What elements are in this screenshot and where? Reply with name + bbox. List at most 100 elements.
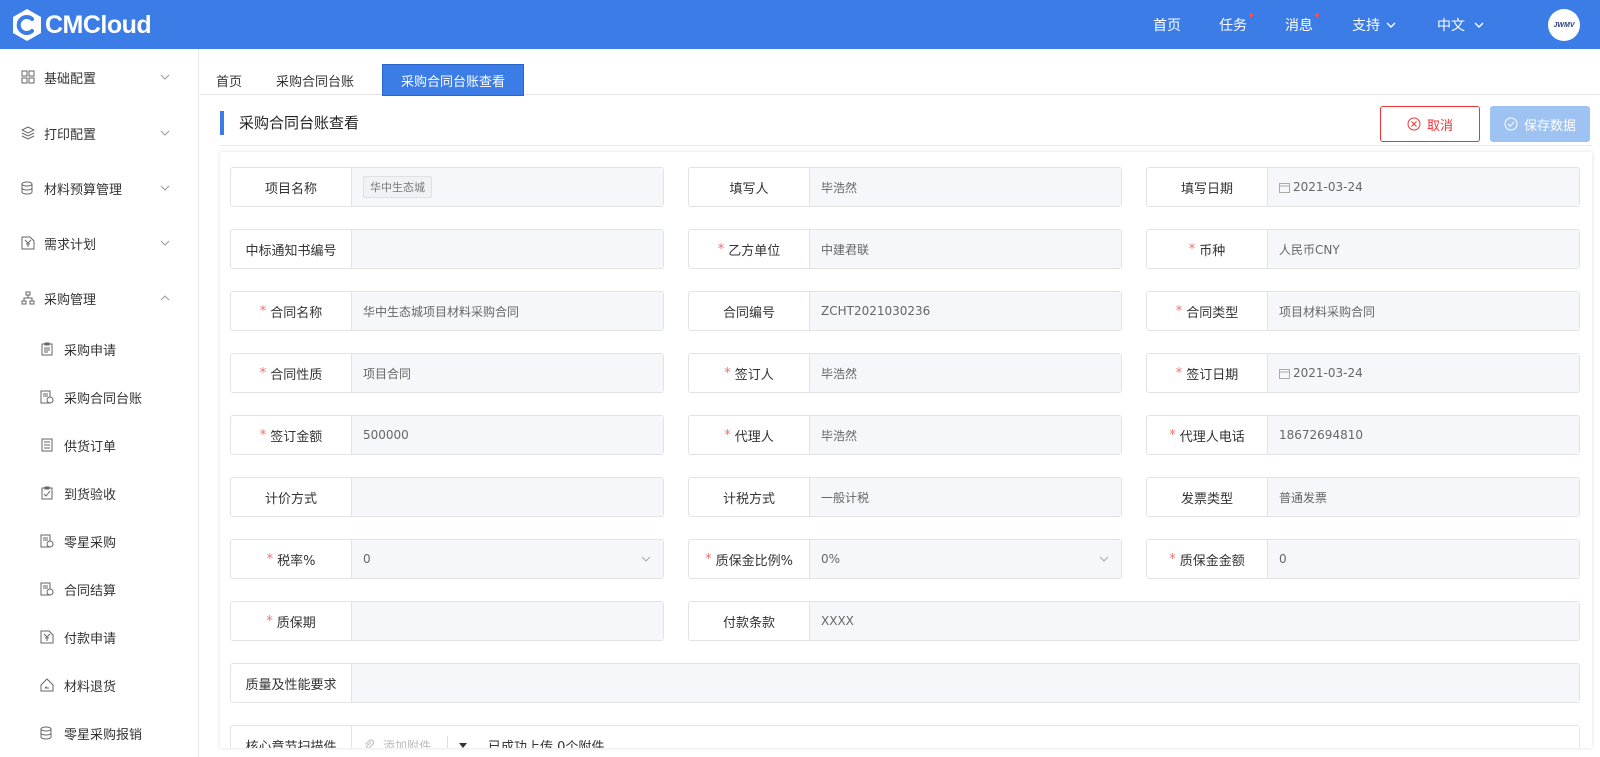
divider [447,736,449,748]
tab-bar: 首页 采购合同台账 采购合同台账查看 [200,49,1600,96]
tab-label: 采购合同台账 [275,74,354,90]
nav-tasks[interactable]: 任务 [1219,0,1253,49]
chevron-down-icon [160,240,170,246]
quality-requirements-input[interactable] [352,664,1579,702]
field-label: * 签订金额 [231,416,352,454]
warranty-period-input[interactable] [352,602,663,640]
project-name-select[interactable]: 华中生态城 [352,168,663,206]
sidebar-subitem-contract-settlement[interactable]: 合同结算 [0,565,199,613]
required-mark: * [1175,303,1183,319]
tax-rate-select[interactable]: 0 [352,540,663,578]
sidebar-subitem-label: 采购合同台账 [64,391,143,407]
sidebar-subitem-purchase-request[interactable]: 采购申请 [0,325,199,373]
contract-no-input[interactable]: ZCHT2021030236 [810,292,1121,330]
sidebar-item-print-config[interactable]: 打印配置 [0,105,199,161]
field-label-text: 发票类型 [1180,491,1233,507]
field-value: ZCHT2021030236 [821,304,931,318]
tax-method-input[interactable]: 一般计税 [810,478,1121,516]
field-label-text: 填写日期 [1180,181,1233,197]
field-tax-method: 计税方式 一般计税 [688,477,1122,517]
check-clipboard-icon [41,486,53,500]
required-mark: * [1169,551,1176,567]
sign-date-picker[interactable]: 2021-03-24 [1268,354,1579,392]
contract-name-input[interactable]: 华中生态城项目材料采购合同 [352,292,663,330]
field-bid-notice-no: 中标通知书编号 [230,229,664,269]
field-sign-date: * 签订日期 2021-03-24 [1146,353,1580,393]
signer-input[interactable]: 毕浩然 [810,354,1121,392]
field-retention-amount: * 质保金金额 0 [1146,539,1580,579]
filler-input[interactable]: 毕浩然 [810,168,1121,206]
layers-icon [21,126,35,140]
add-attachment-button[interactable]: 添加附件 [363,737,432,749]
field-label: 发票类型 [1147,478,1268,516]
field-label: 项目名称 [231,168,352,206]
chevron-down-icon [641,556,651,562]
retention-amount-input[interactable]: 0 [1268,540,1579,578]
agent-phone-input[interactable]: 18672694810 [1268,416,1579,454]
sidebar-item-basic-config[interactable]: 基础配置 [0,49,199,105]
payment-terms-input[interactable]: XXXX [810,602,1579,640]
fill-date-picker[interactable]: 2021-03-24 [1268,168,1579,206]
pricing-method-input[interactable] [352,478,663,516]
sidebar: 基础配置 打印配置 材料预算管理 需求计划 采购管理 采购申请 采购合同台账 供… [0,49,199,757]
field-party-b: * 乙方单位 中建君联 [688,229,1122,269]
sidebar-item-procurement[interactable]: 采购管理 [0,270,199,326]
nav-language-label: 中文 [1437,17,1465,34]
field-currency: * 币种 人民币CNY [1146,229,1580,269]
messages-badge-dot [1315,12,1319,17]
contract-type-input[interactable]: 项目材料采购合同 [1268,292,1579,330]
sign-amount-input[interactable]: 500000 [352,416,663,454]
field-label-text: 签订金额 [270,429,323,445]
field-core-scan: 核心章节扫描件 添加附件 已成功上传 0个附件 [230,725,1580,748]
tab-contract-ledger-view[interactable]: 采购合同台账查看 [382,64,524,96]
caret-down-icon[interactable] [458,740,468,748]
logo[interactable]: CMCloud [10,8,152,42]
cancel-button[interactable]: 取消 [1380,106,1480,142]
sidebar-item-label: 打印配置 [44,127,97,143]
sidebar-subitem-sporadic-purchase[interactable]: 零星采购 [0,517,199,565]
field-label-text: 合同名称 [270,305,323,321]
field-label: 合同编号 [689,292,810,330]
field-value: 2021-03-24 [1293,366,1363,380]
field-label-text: 税率% [277,553,316,569]
field-pricing-method: 计价方式 [230,477,664,517]
field-label: * 质保期 [231,602,352,640]
tab-contract-ledger[interactable]: 采购合同台账 [273,64,357,96]
invoice-type-input[interactable]: 普通发票 [1268,478,1579,516]
tab-home[interactable]: 首页 [213,64,245,96]
nav-language[interactable]: 中文 [1437,0,1485,49]
field-label-text: 核心章节扫描件 [245,739,337,749]
required-mark: * [266,551,274,567]
field-label: * 合同类型 [1147,292,1268,330]
party-b-input[interactable]: 中建君联 [810,230,1121,268]
sidebar-subitem-arrival-acceptance[interactable]: 到货验收 [0,469,199,517]
contract-nature-input[interactable]: 项目合同 [352,354,663,392]
logo-mark-icon [13,9,41,41]
add-attachment-label: 添加附件 [383,738,432,749]
agent-input[interactable]: 毕浩然 [810,416,1121,454]
nav-tasks-text: 任务 [1219,17,1247,34]
bid-notice-no-input[interactable] [352,230,663,268]
field-filler: 填写人 毕浩然 [688,167,1122,207]
field-label: 质量及性能要求 [231,664,352,702]
nav-messages[interactable]: 消息 [1285,0,1319,49]
currency-input[interactable]: 人民币CNY [1268,230,1579,268]
sidebar-item-material-budget[interactable]: 材料预算管理 [0,160,199,216]
sidebar-subitem-label: 采购申请 [64,343,117,359]
nav-home[interactable]: 首页 [1153,0,1181,49]
sidebar-subitem-supply-order[interactable]: 供货订单 [0,421,199,469]
sidebar-subitem-sporadic-reimbursement[interactable]: 零星采购报销 [0,709,199,757]
close-circle-icon [1407,117,1421,131]
sidebar-subitem-material-return[interactable]: 材料退货 [0,661,199,709]
sidebar-item-demand-plan[interactable]: 需求计划 [0,215,199,271]
field-label-text: 签订人 [734,367,774,383]
nav-support[interactable]: 支持 [1352,0,1397,49]
field-label: 付款条款 [689,602,810,640]
save-button[interactable]: 保存数据 [1490,106,1590,142]
field-label-text: 乙方单位 [728,243,781,259]
retention-ratio-select[interactable]: 0% [810,540,1121,578]
field-label: 核心章节扫描件 [231,726,352,748]
avatar[interactable]: JWMV [1548,9,1580,41]
sidebar-subitem-payment-request[interactable]: 付款申请 [0,613,199,661]
sidebar-subitem-contract-ledger[interactable]: 采购合同台账 [0,373,199,421]
